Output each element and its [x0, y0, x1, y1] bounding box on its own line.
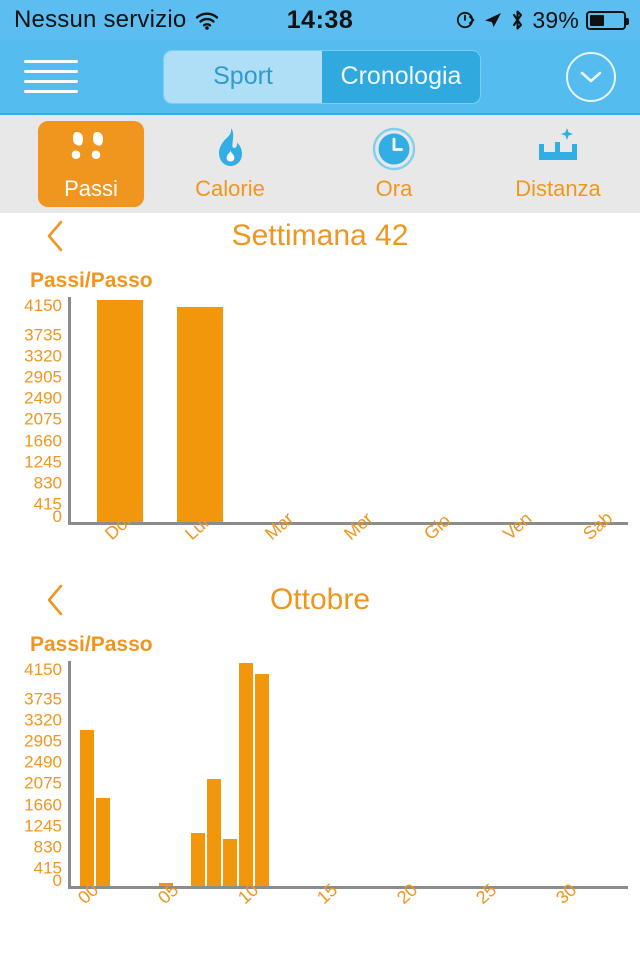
wifi-icon [194, 10, 220, 30]
y-tick-label: 2075 [24, 409, 62, 429]
y-tick-label: 2905 [24, 731, 62, 751]
chevron-down-circle-icon[interactable] [566, 51, 616, 102]
y-tick-label: 1660 [24, 795, 62, 815]
tab-ora-label: Ora [375, 176, 413, 201]
status-bar-left: Nessun servizio [14, 6, 287, 34]
monthly-plot-area [68, 661, 628, 889]
tab-passi[interactable]: Passi [38, 121, 144, 207]
weekly-y-axis: 4150 3735 3320 2905 2490 2075 1660 1245 830 415 0 [6, 297, 68, 525]
battery-icon [586, 10, 630, 30]
bar [79, 730, 94, 886]
tab-calorie-label: Calorie [195, 176, 265, 201]
weekly-chart-title: Settimana 42 [231, 219, 409, 252]
bar [254, 674, 269, 886]
y-tick-label: 830 [33, 473, 62, 493]
y-tick-label: 0 [52, 506, 62, 526]
monthly-chart-ylabel: Passi/Passo [30, 633, 153, 656]
tab-calorie[interactable]: Calorie [148, 121, 312, 207]
rotation-lock-icon [456, 10, 476, 30]
y-tick-label: 3735 [24, 689, 62, 709]
carrier-label: Nessun servizio [14, 6, 187, 33]
y-tick-label: 1245 [24, 452, 62, 472]
y-tick-label: 4150 [24, 660, 62, 679]
y-tick-label: 830 [33, 837, 62, 857]
weekly-x-axis-wrap: Dom Lun Mar Mer Gio Ven Sab [0, 504, 640, 573]
location-arrow-icon [483, 10, 503, 30]
y-tick-label: 0 [52, 870, 62, 890]
weekly-chart-header: Settimana 42 [0, 213, 640, 259]
footprints-icon [68, 126, 114, 172]
monthly-chart-title: Ottobre [269, 583, 371, 616]
status-bar: Nessun servizio 14:38 39% [0, 0, 640, 40]
weekly-plot-wrap: 4150 3735 3320 2905 2490 2075 1660 1245 830 415 0 [0, 297, 640, 525]
y-tick-label: 3320 [24, 710, 62, 730]
y-tick-label: 3320 [24, 346, 62, 366]
monthly-plot-wrap: 4150 3735 3320 2905 2490 2075 1660 1245 830 415 0 [0, 661, 640, 889]
y-tick-label: 3735 [24, 325, 62, 345]
y-tick-label: 2905 [24, 367, 62, 387]
bar [176, 307, 223, 522]
tab-passi-label: Passi [64, 176, 118, 201]
flame-icon [210, 126, 250, 172]
y-tick-label: 1245 [24, 816, 62, 836]
bar [207, 778, 222, 886]
chevron-left-icon[interactable] [44, 219, 66, 253]
status-bar-center: 14:38 [287, 6, 353, 35]
tab-sport[interactable]: Sport [164, 50, 322, 103]
tab-cronologia[interactable]: Cronologia [322, 50, 480, 103]
monthly-chart-block: Ottobre Passi/Passo 4150 3735 3320 2905 2490… [0, 577, 640, 941]
monthly-x-axis: 00 05 10 15 20 25 30 [68, 880, 628, 937]
battery-percent-label: 39% [532, 6, 580, 33]
bar [95, 797, 110, 886]
bar [97, 299, 144, 522]
weekly-plot-area [68, 297, 628, 525]
bar [239, 663, 254, 886]
tab-distanza-label: Distanza [515, 176, 601, 201]
monthly-chart-header: Ottobre [0, 577, 640, 623]
monthly-x-axis-wrap: 00 05 10 15 20 25 30 [0, 880, 640, 937]
weekly-chart-ylabel: Passi/Passo [30, 269, 153, 292]
chevron-left-icon[interactable] [44, 583, 66, 617]
y-tick-label: 2490 [24, 388, 62, 408]
ruler-icon [531, 126, 585, 172]
bluetooth-icon [510, 9, 525, 31]
tab-distanza[interactable]: Distanza [476, 121, 640, 207]
metric-tab-bar: Passi Calorie Ora Distanza [0, 115, 640, 213]
segmented-control[interactable]: Sport Cronologia [163, 49, 481, 104]
weekly-x-axis: Dom Lun Mar Mer Gio Ven Sab [68, 504, 628, 573]
hamburger-menu-icon[interactable] [24, 60, 78, 93]
monthly-y-axis: 4150 3735 3320 2905 2490 2075 1660 1245 830 415 0 [6, 661, 68, 889]
clock-time-label: 14:38 [286, 5, 354, 34]
y-tick-label: 2490 [24, 752, 62, 772]
y-tick-label: 4150 [24, 296, 62, 315]
navigation-bar: Sport Cronologia [0, 40, 640, 115]
tab-ora[interactable]: Ora [312, 121, 476, 207]
weekly-chart-block: Settimana 42 Passi/Passo 4150 3735 3320 290… [0, 213, 640, 577]
y-tick-label: 1660 [24, 431, 62, 451]
y-tick-label: 2075 [24, 773, 62, 793]
bar [223, 838, 238, 886]
clock-icon [371, 126, 417, 172]
bar [191, 832, 206, 886]
status-bar-right: 39% [353, 6, 630, 34]
